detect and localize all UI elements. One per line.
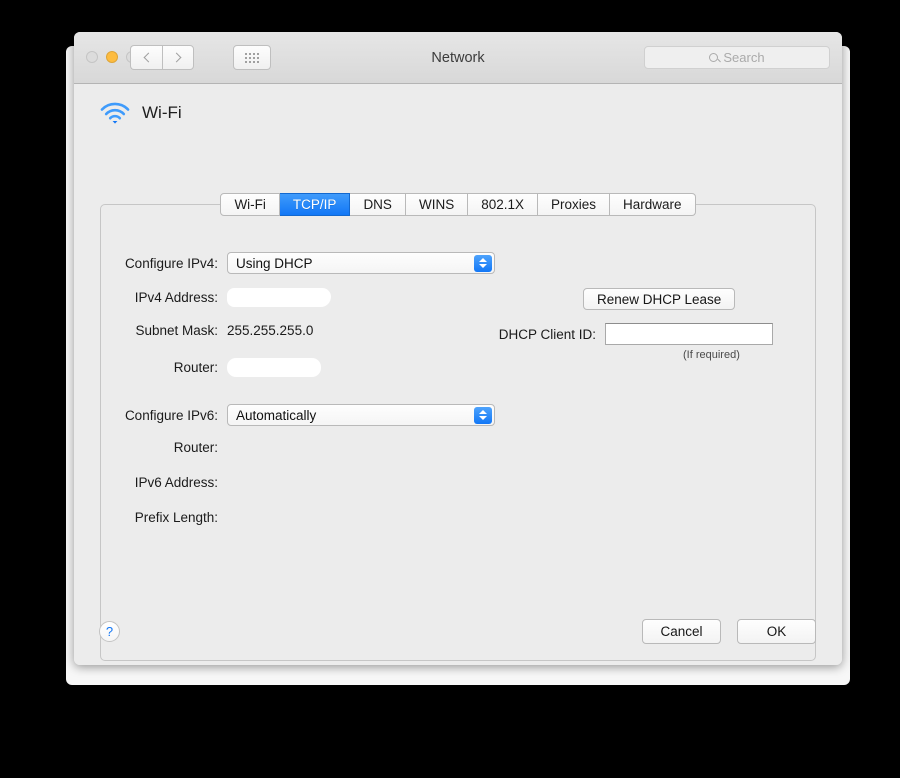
subnet-mask-label: Subnet Mask: [135,323,218,338]
close-button[interactable] [86,51,98,63]
minimize-button[interactable] [106,51,118,63]
wifi-icon [100,102,130,124]
back-button[interactable] [130,45,162,70]
navigation-buttons [130,45,194,70]
ipv6-address-label: IPv6 Address: [134,475,218,490]
tab-8021x[interactable]: 802.1X [468,193,538,216]
ipv4-address-label: IPv4 Address: [134,290,218,305]
ipv4-address-row: IPv4 Address: [75,288,331,307]
configure-ipv4-row: Configure IPv4: Using DHCP [75,252,495,274]
tab-wifi[interactable]: Wi-Fi [220,193,280,216]
search-icon [709,53,719,62]
search-input[interactable]: Search [644,46,830,69]
ipv4-router-value-redacted [227,358,321,377]
grid-dots-icon [245,52,259,63]
ipv6-router-label: Router: [173,440,218,455]
ok-button[interactable]: OK [737,619,816,644]
service-name-label: Wi-Fi [142,103,182,122]
tcpip-tab-panel: Configure IPv4: Using DHCP IPv4 Address:… [100,204,816,661]
show-all-button[interactable] [233,45,271,70]
service-header: Wi-Fi [100,102,182,124]
renew-dhcp-lease-button[interactable]: Renew DHCP Lease [583,288,736,310]
configure-ipv4-value: Using DHCP [236,255,313,271]
dhcp-client-id-input[interactable] [605,323,773,345]
window-body: Wi-Fi Wi-Fi TCP/IP DNS WINS 802.1X Proxi… [74,84,842,665]
tab-bar: Wi-Fi TCP/IP DNS WINS 802.1X Proxies Har… [74,193,842,216]
prefix-length-label: Prefix Length: [134,510,218,525]
help-button[interactable]: ? [99,621,120,642]
chevron-left-icon [143,52,153,63]
dhcp-client-id-label: DHCP Client ID: [498,326,596,342]
configure-ipv4-label: Configure IPv4: [124,255,218,271]
prefix-length-row: Prefix Length: [75,510,227,525]
tab-wins[interactable]: WINS [405,193,469,216]
configure-ipv6-value: Automatically [236,407,317,423]
window-titlebar: Network Search [74,32,842,84]
dhcp-client-id-row: DHCP Client ID: [453,323,773,345]
dhcp-client-id-hint-row: (If required) [683,349,740,361]
renew-dhcp-lease-row: Renew DHCP Lease [583,288,736,310]
tab-proxies[interactable]: Proxies [538,193,611,216]
dialog-footer: ? Cancel OK [74,609,842,665]
cancel-button[interactable]: Cancel [642,619,721,644]
chevron-updown-icon [474,254,492,272]
configure-ipv4-popup[interactable]: Using DHCP [227,252,495,274]
ipv6-address-row: IPv6 Address: [75,475,227,490]
tab-tcpip[interactable]: TCP/IP [279,193,351,216]
forward-button[interactable] [162,45,194,70]
configure-ipv6-row: Configure IPv6: Automatically [75,404,495,426]
footer-action-buttons: Cancel OK [642,619,816,644]
subnet-mask-value: 255.255.255.0 [227,323,314,338]
ipv4-address-value-redacted [227,288,331,307]
network-preferences-window: Network Search Wi-Fi Wi-Fi TCP/IP DNS WI… [74,32,842,665]
search-placeholder: Search [723,50,765,65]
ipv4-router-row: Router: [75,358,321,377]
ipv6-router-row: Router: [75,440,227,455]
chevron-right-icon [171,52,182,63]
configure-ipv6-label: Configure IPv6: [124,407,218,423]
tab-dns[interactable]: DNS [350,193,406,216]
configure-ipv6-popup[interactable]: Automatically [227,404,495,426]
subnet-mask-row: Subnet Mask: 255.255.255.0 [75,323,313,338]
ipv4-router-label: Router: [173,360,218,375]
chevron-updown-icon [474,406,492,424]
tab-hardware[interactable]: Hardware [610,193,696,216]
dhcp-client-id-hint: (If required) [683,349,740,361]
